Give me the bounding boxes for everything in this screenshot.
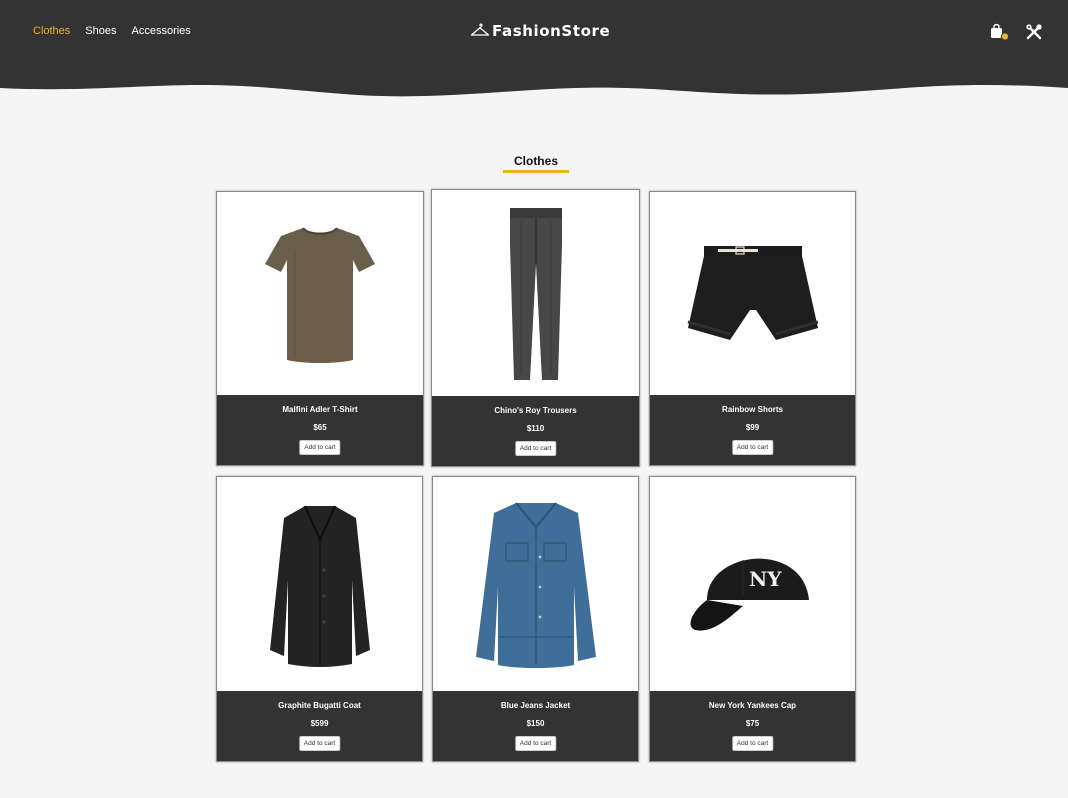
- product-price: $110: [526, 424, 545, 433]
- product-image-jacket[interactable]: [433, 477, 638, 693]
- cap-logo-text: NY: [749, 567, 782, 591]
- product-price: $599: [310, 719, 329, 728]
- add-to-cart-button[interactable]: Add to cart: [731, 736, 774, 751]
- main-nav: Clothes Shoes Accessories: [33, 25, 206, 37]
- product-image-cap[interactable]: NY: [650, 477, 855, 693]
- product-card: NY New York Yankees Cap $75 Add to cart: [649, 476, 856, 762]
- product-card: Graphite Bugatti Coat $599 Add to cart: [216, 476, 423, 762]
- product-image-tshirt[interactable]: [217, 192, 423, 397]
- hanger-icon: [470, 23, 490, 36]
- product-image-trousers[interactable]: [432, 190, 639, 398]
- nav-item-clothes[interactable]: Clothes: [33, 25, 70, 37]
- product-info: Rainbow Shorts $99 Add to cart: [650, 395, 855, 465]
- product-info: Blue Jeans Jacket $150 Add to cart: [433, 691, 638, 761]
- header-actions: [990, 23, 1042, 41]
- product-card: Rainbow Shorts $99 Add to cart: [649, 191, 856, 466]
- product-name: New York Yankees Cap: [708, 701, 797, 710]
- product-card: Chino's Roy Trousers $110 Add to cart: [431, 189, 640, 467]
- product-price: $150: [526, 719, 545, 728]
- product-name: Graphite Bugatti Coat: [278, 701, 361, 710]
- add-to-cart-button[interactable]: Add to cart: [299, 440, 341, 455]
- nav-item-accessories[interactable]: Accessories: [132, 25, 191, 37]
- product-info: Graphite Bugatti Coat $599 Add to cart: [217, 691, 422, 761]
- product-image-shorts[interactable]: [650, 192, 855, 397]
- product-name: Malfini Adler T-Shirt: [282, 405, 358, 414]
- product-image-coat[interactable]: [217, 477, 422, 693]
- tools-icon[interactable]: [1026, 24, 1042, 40]
- add-to-cart-button[interactable]: Add to cart: [731, 440, 774, 455]
- add-to-cart-button[interactable]: Add to cart: [514, 441, 557, 456]
- section-title: Clothes: [513, 154, 558, 168]
- site-header: Clothes Shoes Accessories FashionStore: [0, 0, 1068, 105]
- product-card: Malfini Adler T-Shirt $65 Add to cart: [216, 191, 424, 466]
- product-info: New York Yankees Cap $75 Add to cart: [650, 691, 855, 761]
- section-title-underline: [503, 170, 569, 173]
- header-wave-background: [0, 0, 1068, 97]
- product-price: $75: [745, 719, 760, 728]
- brand-name: FashionStore: [492, 22, 611, 40]
- brand-logo[interactable]: FashionStore: [470, 22, 610, 40]
- nav-item-shoes[interactable]: Shoes: [85, 25, 116, 37]
- add-to-cart-button[interactable]: Add to cart: [298, 736, 341, 751]
- product-card: Blue Jeans Jacket $150 Add to cart: [432, 476, 639, 762]
- shopping-bag-icon[interactable]: [990, 23, 1012, 41]
- product-price: $65: [313, 423, 327, 432]
- product-info: Chino's Roy Trousers $110 Add to cart: [432, 396, 639, 466]
- product-price: $99: [745, 423, 760, 432]
- product-name: Chino's Roy Trousers: [494, 406, 577, 415]
- add-to-cart-button[interactable]: Add to cart: [514, 736, 557, 751]
- product-name: Blue Jeans Jacket: [500, 701, 571, 710]
- product-info: Malfini Adler T-Shirt $65 Add to cart: [217, 395, 423, 465]
- product-name: Rainbow Shorts: [722, 405, 783, 414]
